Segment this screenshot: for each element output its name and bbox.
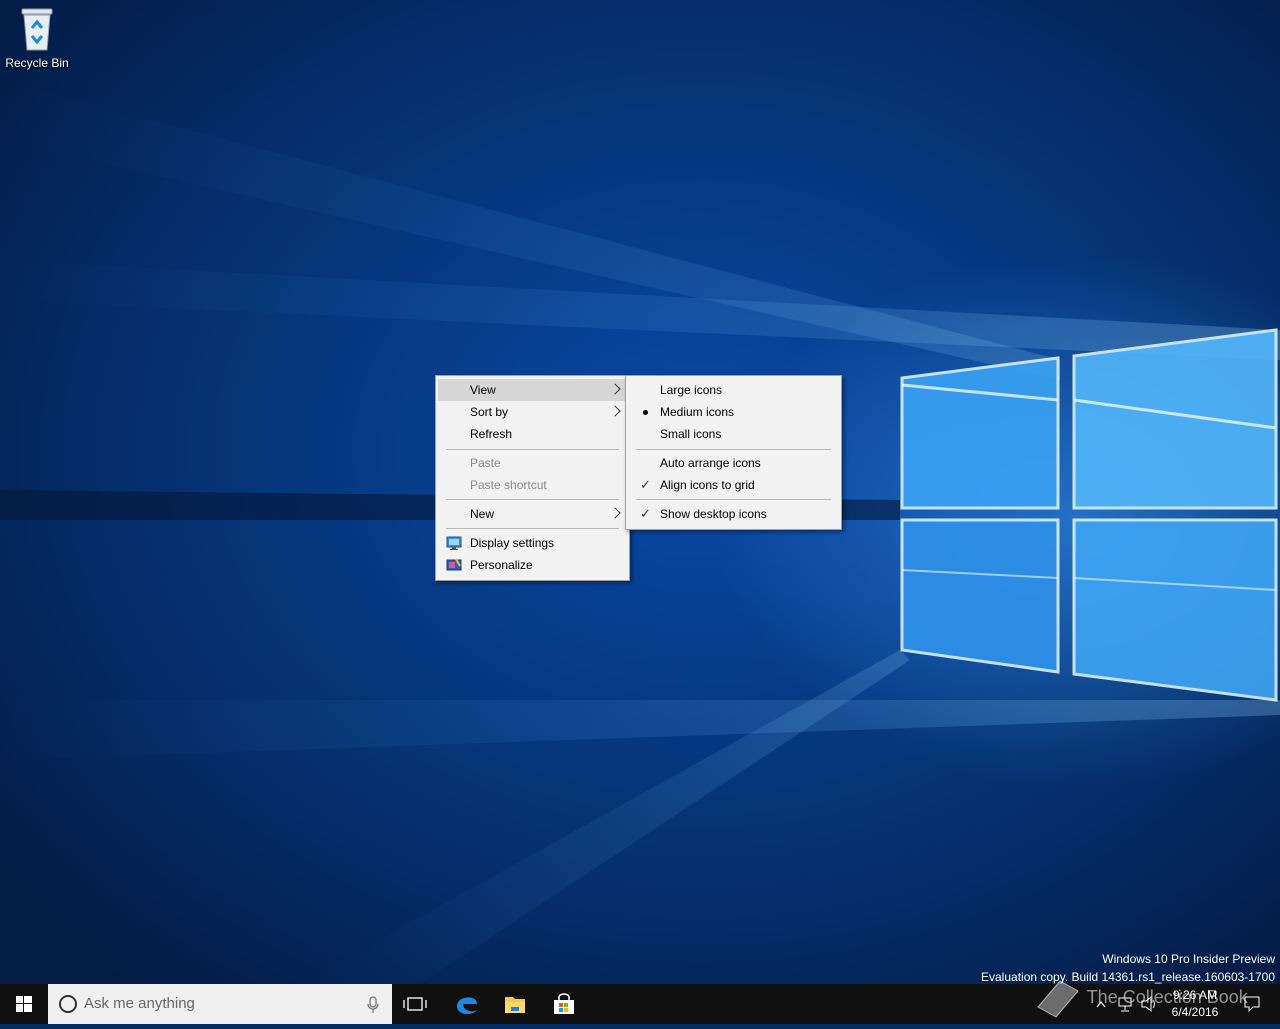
menu-item-align-icons-to-grid[interactable]: ✓ Align icons to grid	[628, 474, 839, 496]
menu-item-refresh[interactable]: Refresh	[438, 423, 627, 445]
edge-icon	[457, 997, 477, 1015]
windows-logo-icon	[16, 996, 32, 1012]
chevron-right-icon	[609, 383, 621, 395]
menu-item-show-desktop-icons[interactable]: ✓ Show desktop icons	[628, 503, 839, 525]
task-view-icon	[403, 997, 427, 1011]
edge-taskbar-button[interactable]	[443, 984, 491, 1024]
store-icon	[554, 993, 574, 1014]
menu-item-label: Align icons to grid	[660, 478, 755, 492]
menu-separator	[446, 449, 619, 450]
overlay-watermark: The Collection Book	[1030, 977, 1248, 1019]
file-explorer-icon	[505, 997, 525, 1013]
task-view-button[interactable]	[392, 984, 440, 1024]
menu-item-label: Paste shortcut	[470, 478, 547, 492]
chevron-right-icon	[609, 507, 621, 519]
store-taskbar-button[interactable]	[540, 984, 588, 1024]
book-icon	[1037, 980, 1079, 1018]
menu-item-large-icons[interactable]: Large icons	[628, 379, 839, 401]
cortana-search-box[interactable]: Ask me anything	[48, 984, 392, 1024]
menu-item-label: View	[470, 383, 496, 397]
recycle-bin[interactable]: Recycle Bin	[4, 6, 70, 70]
menu-item-medium-icons[interactable]: Medium icons	[628, 401, 839, 423]
menu-item-label: Paste	[470, 456, 501, 470]
menu-item-label: Small icons	[660, 427, 722, 441]
checkmark-icon: ✓	[640, 506, 651, 521]
menu-item-display-settings[interactable]: Display settings	[438, 532, 627, 554]
menu-item-label: Personalize	[470, 558, 533, 572]
menu-item-new[interactable]: New	[438, 503, 627, 525]
menu-item-paste-shortcut[interactable]: Paste shortcut	[438, 474, 627, 496]
menu-separator	[446, 499, 619, 500]
radio-bullet-icon	[643, 410, 648, 415]
checkmark-icon: ✓	[640, 477, 651, 492]
display-settings-icon	[446, 535, 462, 551]
personalize-icon	[446, 557, 462, 573]
desktop[interactable]: Recycle Bin View Sort by Refresh Paste P…	[0, 0, 1280, 984]
overlay-watermark-text: The Collection Book	[1086, 986, 1248, 1007]
menu-item-label: Sort by	[470, 405, 509, 419]
menu-item-label: Large icons	[660, 383, 723, 397]
file-explorer-taskbar-button[interactable]	[491, 984, 539, 1024]
recycle-bin-icon	[18, 6, 56, 52]
microphone-icon[interactable]	[366, 996, 380, 1014]
search-placeholder: Ask me anything	[84, 995, 195, 1012]
menu-item-label: Show desktop icons	[660, 507, 767, 521]
menu-item-label: Auto arrange icons	[660, 456, 761, 470]
menu-item-label: New	[470, 507, 495, 521]
menu-separator	[636, 499, 831, 500]
cortana-icon	[59, 995, 77, 1013]
start-button[interactable]	[0, 984, 48, 1024]
menu-item-label: Medium icons	[660, 405, 735, 419]
view-submenu: Large icons Medium icons Small icons Aut…	[625, 375, 842, 530]
recycle-bin-label: Recycle Bin	[5, 56, 69, 70]
menu-item-label: Refresh	[470, 427, 513, 441]
menu-item-sort-by[interactable]: Sort by	[438, 401, 627, 423]
menu-separator	[636, 449, 831, 450]
desktop-context-menu: View Sort by Refresh Paste Paste shortcu…	[435, 375, 630, 581]
menu-separator	[446, 528, 619, 529]
menu-item-small-icons[interactable]: Small icons	[628, 423, 839, 445]
menu-item-view[interactable]: View	[438, 379, 627, 401]
menu-item-personalize[interactable]: Personalize	[438, 554, 627, 576]
chevron-right-icon	[609, 405, 621, 417]
menu-item-label: Display settings	[470, 536, 555, 550]
menu-item-paste[interactable]: Paste	[438, 452, 627, 474]
watermark-line-edition: Windows 10 Pro Insider Preview	[1102, 952, 1275, 966]
menu-item-auto-arrange-icons[interactable]: Auto arrange icons	[628, 452, 839, 474]
